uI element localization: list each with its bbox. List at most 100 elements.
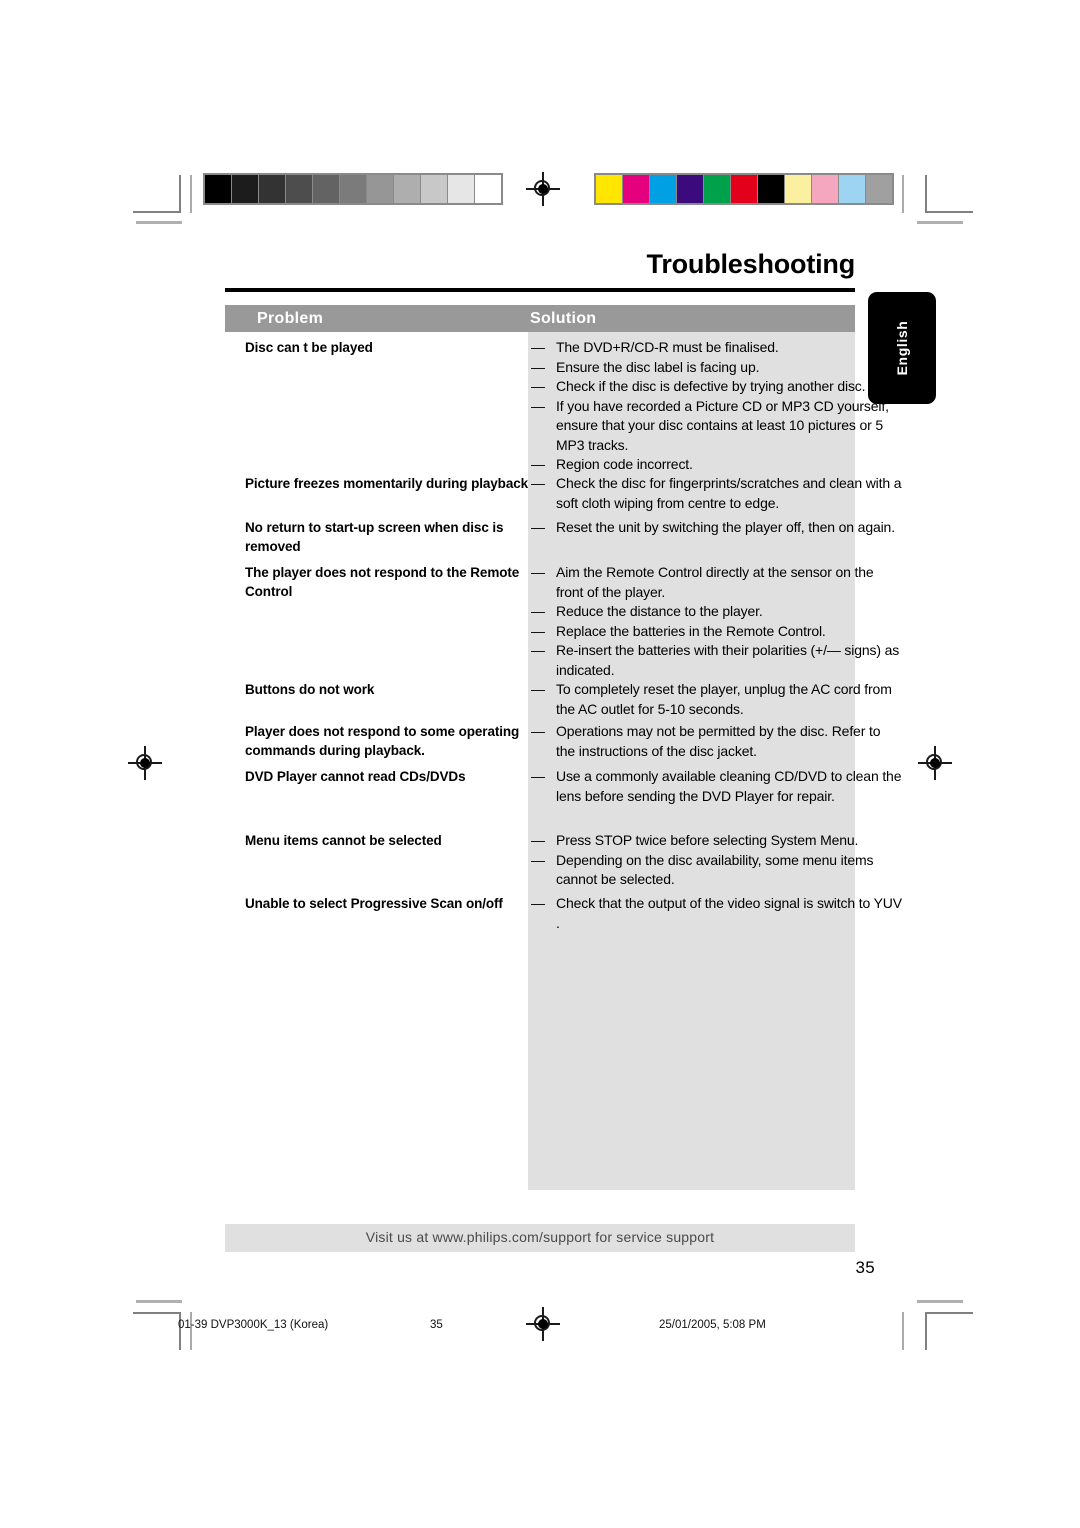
solution-bullet: — Operations may not be permitted by the …	[528, 722, 903, 761]
solution-bullet: — Check the disc for fingerprints/scratch…	[528, 474, 903, 513]
problem-cell: Menu items cannot be selected	[245, 833, 442, 848]
color-swatch-4	[704, 175, 730, 203]
bullet-dash-icon: —	[531, 768, 545, 784]
color-swatch-6	[758, 175, 784, 203]
grayscale-swatch-6	[367, 175, 393, 203]
solution-bullet: — Replace the batteries in the Remote Con…	[528, 622, 903, 642]
solution-bullet-text: Check that the output of the video signa…	[556, 895, 902, 931]
solution-bullet: — If you have recorded a Picture CD or MP…	[528, 397, 903, 456]
registration-mark-bottom	[526, 1307, 560, 1341]
solution-bullet: — Ensure the disc label is facing up.	[528, 358, 903, 378]
grayscale-swatch-3	[286, 175, 312, 203]
bullet-dash-icon: —	[531, 339, 545, 355]
solution-bullet: — Aim the Remote Control directly at the …	[528, 563, 903, 602]
bullet-dash-icon: —	[531, 851, 545, 868]
bullet-dash-icon: —	[531, 603, 545, 619]
color-swatch-10	[866, 175, 892, 203]
problem-cell: The player does not respond to the Remot…	[245, 565, 520, 599]
crop-tick-vertical-bottom-left	[190, 1312, 192, 1350]
print-slug-filename: 01-39 DVP3000K_13 (Korea)	[178, 1319, 329, 1331]
solution-cell: — The DVD+R/CD-R must be finalised. — Ensur…	[528, 338, 903, 475]
grayscale-swatch-2	[259, 175, 285, 203]
solution-cell: — Operations may not be permitted by the …	[528, 722, 903, 761]
color-swatch-0	[596, 175, 622, 203]
bullet-dash-icon: —	[531, 378, 545, 394]
print-slug-date: 25/01/2005, 5:08 PM	[659, 1319, 766, 1331]
crop-bleed-bar-right	[917, 221, 963, 224]
page-number: 35	[855, 1258, 875, 1277]
problem-cell: No return to start-up screen when disc i…	[245, 520, 504, 554]
solution-cell: — To completely reset the player, unplug …	[528, 680, 903, 719]
bullet-dash-icon: —	[531, 681, 545, 697]
solution-bullet-text: Region code incorrect.	[556, 456, 693, 472]
crop-bleed-bar-bottom-right	[917, 1300, 963, 1303]
registration-mark-top	[526, 172, 560, 206]
grayscale-swatch-5	[340, 175, 366, 203]
bullet-dash-icon: —	[531, 397, 545, 414]
solution-bullet: — Depending on the disc availability, som…	[528, 851, 903, 890]
grayscale-swatch-10	[475, 175, 501, 203]
crop-tick-vertical-bottom-right	[902, 1312, 904, 1350]
problem-cell: Buttons do not work	[245, 682, 375, 697]
support-banner: Visit us at www.philips.com/support for …	[225, 1224, 855, 1252]
solution-cell: — Use a commonly available cleaning CD/DV…	[528, 767, 903, 806]
page-title: Troubleshooting	[646, 249, 856, 279]
page-canvas: Troubleshooting Problem Solution Disc ca…	[0, 0, 1080, 1528]
crop-mark-top-left	[133, 175, 181, 213]
problem-cell: Player does not respond to some operatin…	[245, 724, 520, 758]
solution-bullet: — Use a commonly available cleaning CD/DV…	[528, 767, 903, 806]
crop-bleed-bar-left	[136, 221, 182, 224]
solution-bullet: — The DVD+R/CD-R must be finalised.	[528, 338, 903, 358]
language-tab-label: English	[894, 320, 910, 376]
grayscale-swatch-7	[394, 175, 420, 203]
solution-bullet-text: To completely reset the player, unplug t…	[556, 681, 892, 717]
crop-mark-top-right	[925, 175, 973, 213]
solution-bullet-text: Depending on the disc availability, some…	[556, 851, 874, 888]
grayscale-calibration-strip	[203, 173, 503, 205]
language-tab-english: English	[868, 292, 936, 404]
bullet-dash-icon: —	[531, 358, 545, 375]
column-header-solution: Solution	[530, 310, 597, 327]
solution-bullet-text: Replace the batteries in the Remote Cont…	[556, 622, 826, 639]
color-swatch-9	[839, 175, 865, 203]
solution-bullet: — Press STOP twice before selecting Syste…	[528, 831, 903, 851]
solution-cell: — Reset the unit by switching the player …	[528, 518, 903, 538]
solution-bullet: — Reset the unit by switching the player …	[528, 518, 903, 538]
solution-cell: — Press STOP twice before selecting Syste…	[528, 831, 903, 890]
grayscale-swatch-1	[232, 175, 258, 203]
color-calibration-strip	[594, 173, 894, 205]
solution-bullet: — Region code incorrect.	[528, 455, 903, 475]
color-swatch-5	[731, 175, 757, 203]
solution-cell: — Check the disc for fingerprints/scratch…	[528, 474, 903, 513]
crop-mark-bottom-right	[925, 1312, 973, 1350]
solution-bullet-text: Operations may not be permitted by the d…	[556, 723, 881, 759]
problem-cell: Picture freezes momentarily during playb…	[245, 476, 529, 491]
solution-bullet: — To completely reset the player, unplug …	[528, 680, 903, 719]
color-swatch-1	[623, 175, 649, 203]
bullet-dash-icon: —	[531, 622, 545, 639]
color-swatch-3	[677, 175, 703, 203]
solution-bullet-text: Check if the disc is defective by trying…	[556, 378, 866, 394]
solution-bullet-text: Ensure the disc label is facing up.	[556, 358, 760, 375]
solution-bullet-text: If you have recorded a Picture CD or MP3…	[556, 397, 889, 453]
print-slug-page: 35	[430, 1319, 443, 1331]
solution-bullet-text: Re-insert the batteries with their polar…	[556, 642, 900, 678]
solution-bullet-text: Use a commonly available cleaning CD/DVD…	[556, 768, 902, 804]
bullet-dash-icon: —	[531, 642, 545, 658]
registration-mark-left	[128, 746, 162, 780]
bullet-dash-icon: —	[531, 723, 545, 739]
solution-bullet-text: Reduce the distance to the player.	[556, 603, 763, 619]
crop-mark-bottom-left	[133, 1312, 181, 1350]
bullet-dash-icon: —	[531, 475, 545, 491]
solution-bullet-text: Reset the unit by switching the player o…	[556, 519, 895, 535]
crop-bleed-bar-bottom-left	[136, 1300, 182, 1303]
title-divider	[225, 288, 855, 292]
solution-bullet-text: The DVD+R/CD-R must be finalised.	[556, 339, 779, 355]
problem-cell: Unable to select Progressive Scan on/off	[245, 896, 503, 911]
bullet-dash-icon: —	[531, 564, 545, 580]
solution-bullet: — Re-insert the batteries with their pola…	[528, 641, 903, 680]
solution-cell: — Check that the output of the video sign…	[528, 894, 903, 933]
color-swatch-7	[785, 175, 811, 203]
bullet-dash-icon: —	[531, 895, 545, 911]
problem-cell: DVD Player cannot read CDs/DVDs	[245, 769, 466, 784]
